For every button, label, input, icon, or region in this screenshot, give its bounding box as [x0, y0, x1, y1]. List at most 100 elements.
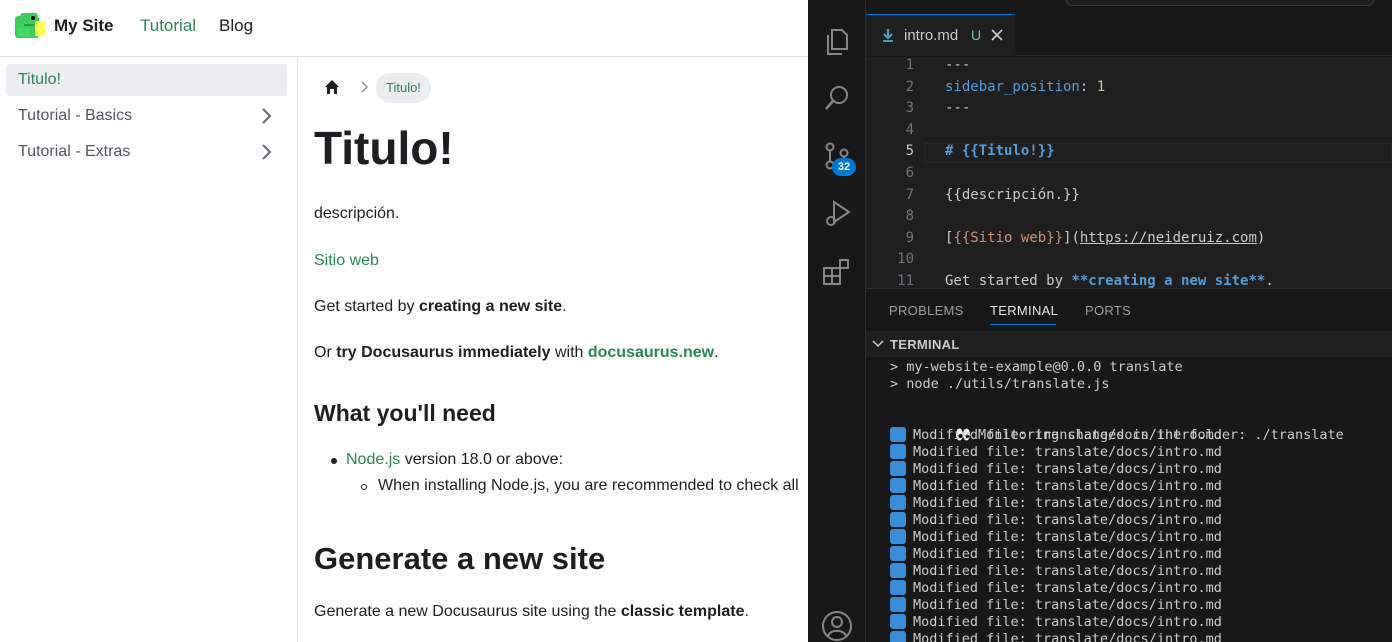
tab-untracked-status: U [971, 27, 982, 43]
page-title: Titulo! [314, 122, 454, 174]
terminal-line: Modified file: translate/docs/intro.md [890, 461, 1222, 478]
code-token: ) [1256, 229, 1266, 246]
active-tab-indicator [990, 324, 1056, 325]
text: Generate a new Docusaurus site using the [314, 603, 621, 620]
editor-tab-bar: intro.md U [866, 14, 1392, 56]
docusaurus-new-link[interactable]: docusaurus.new [588, 344, 714, 361]
account-icon[interactable] [821, 610, 853, 642]
text: . [562, 298, 567, 315]
text: . [744, 603, 749, 620]
sidebar-item-label: Tutorial - Extras [18, 143, 131, 160]
code-line: [{{Sitio web}}](https://neideruiz.com) [945, 230, 1265, 246]
search-icon[interactable] [821, 82, 853, 114]
text: Or [314, 344, 337, 361]
code-line: sidebar_position: 1 [945, 79, 1105, 95]
line-number: 4 [905, 121, 914, 138]
section-heading-generate-site: Generate a new site [314, 541, 606, 576]
bottom-panel: PROBLEMS TERMINAL PORTS TERMINAL > my-we… [866, 288, 1392, 642]
terminal-text: Modified file: translate/docs/intro.md [913, 427, 1222, 443]
text: version 18.0 or above: [400, 451, 564, 468]
extensions-icon[interactable] [821, 256, 853, 288]
bold-text: try Docusaurus immediately [336, 344, 551, 361]
terminal-text: Modified file: translate/docs/intro.md [913, 597, 1222, 613]
code-token: **creating a new site** [1071, 273, 1266, 288]
code-token: --- [945, 57, 971, 73]
nodejs-link[interactable]: Node.js [346, 451, 400, 468]
terminal-line: Modified file: translate/docs/intro.md [890, 631, 1222, 642]
refresh-emoji-icon [890, 614, 906, 629]
terminal-text: Modified file: translate/docs/intro.md [913, 529, 1222, 545]
paragraph-try-docusaurus: Or try Docusaurus immediately with docus… [314, 344, 719, 362]
line-number: 7 [905, 186, 914, 203]
panel-tab-problems[interactable]: PROBLEMS [889, 303, 964, 318]
code-token: sidebar_position [945, 78, 1080, 95]
terminal-text: Modified file: translate/docs/intro.md [913, 461, 1222, 477]
code-token: {{Sitio web}} [953, 229, 1064, 246]
markdown-file-icon [883, 29, 893, 42]
terminal-line: Modified file: translate/docs/intro.md [890, 427, 1222, 444]
code-token: Get started by [945, 273, 1072, 288]
sidebar-item-tutorial-extras[interactable]: Tutorial - Extras [6, 136, 287, 168]
line-number: 11 [897, 273, 914, 288]
site-brand[interactable]: My Site [54, 16, 114, 36]
refresh-emoji-icon [890, 563, 906, 578]
code-token: 1 [1096, 78, 1106, 95]
list-bullet [331, 458, 337, 464]
close-icon[interactable] [990, 28, 1004, 42]
code-line: --- [945, 100, 970, 116]
chevron-right-icon[interactable] [257, 107, 275, 125]
code-line: {{descripción.}} [945, 187, 1080, 203]
refresh-emoji-icon [890, 631, 906, 642]
tab-label: intro.md [904, 27, 959, 44]
line-number: 3 [905, 100, 914, 117]
sidebar-item-label: Titulo! [18, 71, 61, 88]
chevron-right-icon[interactable] [257, 143, 275, 161]
terminal-line: Modified file: translate/docs/intro.md [890, 478, 1222, 495]
command-center-search[interactable] [1066, 0, 1374, 6]
line-number: 1 [905, 57, 914, 73]
refresh-emoji-icon [890, 461, 906, 476]
text: Get started by [314, 298, 419, 315]
dinosaur-logo-icon[interactable] [14, 12, 46, 40]
terminal-line: Modified file: translate/docs/intro.md [890, 580, 1222, 597]
run-debug-icon[interactable] [821, 197, 853, 229]
list-item-nodejs: Node.js version 18.0 or above: [346, 451, 563, 469]
code-editor[interactable]: 1 --- 2 sidebar_position: 1 3 --- 4 5 # {{Titulo… [866, 57, 1392, 288]
terminal-line: Modified file: translate/docs/intro.md [890, 529, 1222, 546]
home-icon[interactable] [324, 79, 340, 95]
panel-tab-ports[interactable]: PORTS [1085, 303, 1131, 318]
panel-tab-terminal[interactable]: TERMINAL [990, 303, 1058, 318]
code-token: . [1265, 273, 1274, 288]
line-number: 10 [897, 251, 914, 268]
paragraph-generate: Generate a new Docusaurus site using the… [314, 603, 749, 621]
breadcrumb-separator-icon [361, 81, 369, 93]
line-number: 5 [905, 143, 914, 160]
terminal-text: Modified file: translate/docs/intro.md [913, 614, 1222, 630]
terminal-line: Modified file: translate/docs/intro.md [890, 563, 1222, 580]
terminal-text: Modified file: translate/docs/intro.md [913, 512, 1222, 528]
terminal-text: Modified file: translate/docs/intro.md [913, 631, 1222, 642]
text: . [714, 344, 719, 361]
code-token: : [1079, 78, 1097, 95]
line-number: 9 [905, 229, 914, 246]
terminal-text: Modified file: translate/docs/intro.md [913, 478, 1222, 494]
line-number: 2 [905, 78, 914, 95]
bold-text: classic template [620, 603, 745, 620]
website-link[interactable]: Sitio web [314, 252, 379, 269]
code-line: --- [945, 57, 970, 73]
terminal-line: Modified file: translate/docs/intro.md [890, 512, 1222, 529]
nav-link-tutorial[interactable]: Tutorial [140, 16, 196, 36]
sidebar-item-label: Tutorial - Basics [18, 107, 133, 124]
terminal-line: Modified file: translate/docs/intro.md [890, 614, 1222, 631]
sidebar-item-tutorial-basics[interactable]: Tutorial - Basics [6, 100, 287, 132]
list-bullet-hollow [361, 484, 367, 490]
sidebar-item-titulo[interactable]: Titulo! [6, 64, 287, 96]
terminal-line: Monitoring changes in the folder: ./tran… [890, 410, 1344, 443]
terminal-text: Modified file: translate/docs/intro.md [913, 580, 1222, 596]
vscode-window: 3 2 intro.md U 1 --- 2 sidebar_position: … [808, 0, 1392, 642]
explorer-icon[interactable] [821, 26, 853, 58]
nav-link-blog[interactable]: Blog [219, 16, 253, 36]
editor-tab-intro-md[interactable]: intro.md U [866, 14, 1015, 56]
code-token: ]( [1063, 229, 1080, 246]
chevron-down-icon[interactable] [872, 338, 884, 350]
